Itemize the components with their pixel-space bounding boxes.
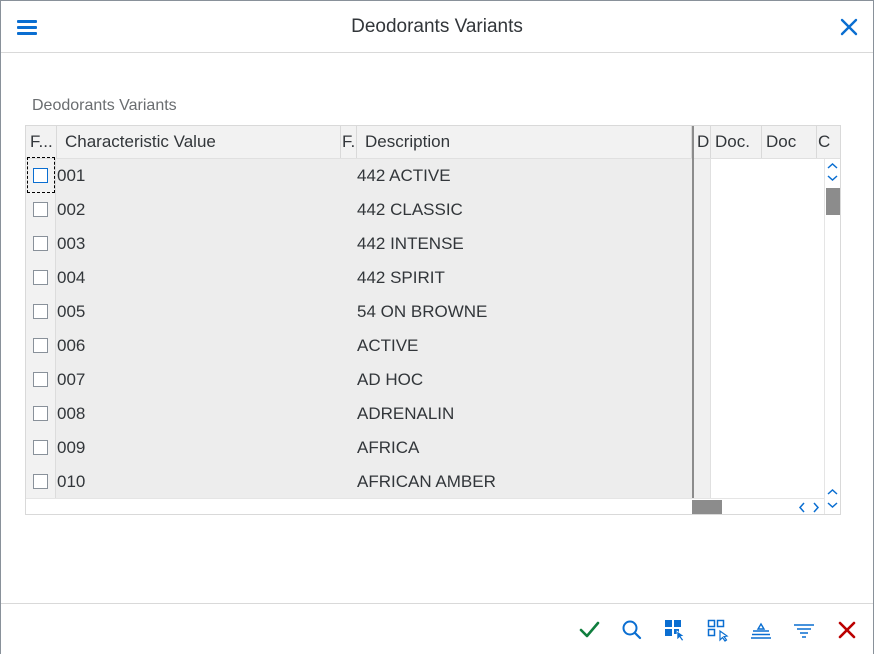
search-icon xyxy=(622,620,642,640)
description-cell: 442 SPIRIT xyxy=(357,268,445,287)
description-cell: AD HOC xyxy=(357,370,424,389)
filter-button[interactable] xyxy=(790,616,818,644)
cancel-button[interactable] xyxy=(833,616,861,644)
row-checkbox[interactable] xyxy=(33,338,48,353)
footer-toolbar xyxy=(1,603,873,654)
description-cell: 54 ON BROWNE xyxy=(357,302,488,321)
row-checkbox[interactable] xyxy=(33,372,48,387)
description-cell: ACTIVE xyxy=(357,336,419,355)
row-checkbox[interactable] xyxy=(33,236,48,251)
scroll-up-icon[interactable] xyxy=(827,162,838,170)
table-row[interactable]: 003 442 INTENSE xyxy=(26,227,692,261)
scroll-up-icon[interactable] xyxy=(827,488,838,496)
table-row[interactable]: 004 442 SPIRIT xyxy=(26,261,692,295)
description-cell: 442 INTENSE xyxy=(357,234,464,253)
deselect-all-icon xyxy=(707,619,729,642)
variants-table: F... Characteristic Value F. Description… xyxy=(25,125,841,515)
close-icon xyxy=(840,18,858,36)
select-all-icon xyxy=(665,620,685,642)
description-cell: AFRICA xyxy=(357,438,420,457)
table-header: F... Characteristic Value F. Description… xyxy=(26,126,840,159)
vertical-scrollbar[interactable] xyxy=(824,159,840,514)
description-cell: 442 CLASSIC xyxy=(357,200,463,219)
cancel-icon xyxy=(838,621,856,639)
column-header-flag[interactable]: F. xyxy=(341,126,357,158)
horizontal-scroll-thumb[interactable] xyxy=(692,500,722,514)
characteristic-value-cell: 003 xyxy=(57,234,86,253)
deselect-all-button[interactable] xyxy=(704,616,732,644)
table-row[interactable]: 010 AFRICAN AMBER xyxy=(26,465,692,499)
scrollable-columns-area xyxy=(694,159,824,498)
characteristic-value-cell: 006 xyxy=(57,336,86,355)
table-row[interactable]: 008 ADRENALIN xyxy=(26,397,692,431)
dialog-window: Deodorants Variants Deodorants Variants … xyxy=(0,0,874,654)
row-checkbox[interactable] xyxy=(33,304,48,319)
characteristic-value-cell: 001 xyxy=(57,166,86,185)
column-header-doc-1[interactable]: Doc. xyxy=(711,126,762,158)
description-cell: AFRICAN AMBER xyxy=(357,472,496,491)
scroll-left-icon[interactable] xyxy=(798,502,806,513)
row-checkbox[interactable] xyxy=(33,202,48,217)
characteristic-value-cell: 007 xyxy=(57,370,86,389)
table-row[interactable]: 001 442 ACTIVE xyxy=(26,157,692,193)
column-header-characteristic-value[interactable]: Characteristic Value xyxy=(57,126,341,158)
column-header-description[interactable]: Description xyxy=(357,126,692,158)
confirm-button[interactable] xyxy=(576,616,604,644)
vertical-scroll-thumb[interactable] xyxy=(826,188,840,215)
sort-button[interactable] xyxy=(747,616,775,644)
characteristic-value-cell: 010 xyxy=(57,472,86,491)
row-checkbox[interactable] xyxy=(33,474,48,489)
column-header-selection[interactable]: F... xyxy=(26,126,57,158)
table-row[interactable]: 005 54 ON BROWNE xyxy=(26,295,692,329)
description-cell: 442 ACTIVE xyxy=(357,166,451,185)
table-row[interactable]: 007 AD HOC xyxy=(26,363,692,397)
close-button[interactable] xyxy=(837,15,861,39)
row-checkbox[interactable] xyxy=(33,270,48,285)
table-caption: Deodorants Variants xyxy=(32,97,177,114)
characteristic-value-cell: 002 xyxy=(57,200,86,219)
characteristic-value-cell: 004 xyxy=(57,268,86,287)
table-row[interactable]: 009 AFRICA xyxy=(26,431,692,465)
table-body: 001 442 ACTIVE 002 442 CLASSIC 003 442 I… xyxy=(26,157,692,499)
column-header-d[interactable]: D xyxy=(694,126,711,158)
row-checkbox[interactable] xyxy=(33,406,48,421)
table-row[interactable]: 006 ACTIVE xyxy=(26,329,692,363)
table-row[interactable]: 002 442 CLASSIC xyxy=(26,193,692,227)
d-column-cells xyxy=(694,159,711,498)
filter-icon xyxy=(794,624,814,638)
column-header-doc-2[interactable]: Doc xyxy=(762,126,817,158)
column-header-c[interactable]: C xyxy=(817,126,840,158)
row-checkbox[interactable] xyxy=(33,168,48,183)
title-bar: Deodorants Variants xyxy=(1,1,873,53)
search-button[interactable] xyxy=(618,616,646,644)
scroll-right-icon[interactable] xyxy=(812,502,820,513)
horizontal-scrollbar[interactable] xyxy=(26,498,824,514)
dialog-title: Deodorants Variants xyxy=(351,16,523,37)
sort-icon xyxy=(751,622,771,639)
row-checkbox[interactable] xyxy=(33,440,48,455)
characteristic-value-cell: 005 xyxy=(57,302,86,321)
description-cell: ADRENALIN xyxy=(357,404,455,423)
scroll-down-icon[interactable] xyxy=(827,501,838,509)
select-all-button[interactable] xyxy=(661,616,689,644)
characteristic-value-cell: 009 xyxy=(57,438,86,457)
checkmark-icon xyxy=(579,621,600,638)
scroll-down-icon[interactable] xyxy=(827,174,838,182)
characteristic-value-cell: 008 xyxy=(57,404,86,423)
